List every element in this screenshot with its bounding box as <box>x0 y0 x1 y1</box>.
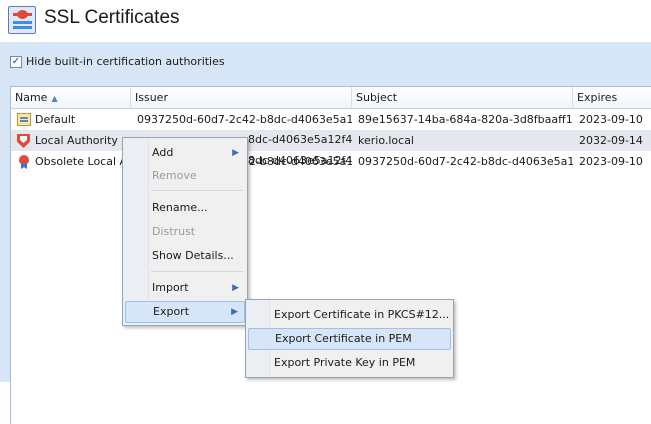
column-header-expires[interactable]: Expires <box>573 87 651 109</box>
chevron-right-icon: ▶ <box>231 307 238 317</box>
cell-issuer: 0937250d-60d7-2c42-b8dc-d4063e5a12f4 <box>137 113 352 126</box>
menu-item-import[interactable]: Import ▶ <box>125 277 245 299</box>
cell-expires: 2023-09-10 <box>579 113 643 126</box>
cell-name: Obsolete Local A... <box>35 155 131 168</box>
shield-icon <box>17 134 30 148</box>
menu-item-rename[interactable]: Rename... <box>125 197 245 219</box>
ssl-certificate-icon <box>8 6 36 34</box>
ribbon-icon <box>17 155 31 169</box>
cell-subject: 89e15637-14ba-684a-820a-3d8fbaaff160 <box>358 113 573 126</box>
table-header: Name ▲ Issuer Subject Expires <box>11 87 651 109</box>
table-row[interactable]: Default 0937250d-60d7-2c42-b8dc-d4063e5a… <box>11 109 651 130</box>
hide-builtin-checkbox[interactable]: ✓ <box>10 55 22 68</box>
certificate-icon <box>17 113 31 126</box>
cell-subject: kerio.local <box>358 134 414 147</box>
hide-builtin-option[interactable]: ✓ Hide built-in certification authoritie… <box>10 55 225 68</box>
column-header-name[interactable]: Name ▲ <box>11 87 131 109</box>
chevron-right-icon: ▶ <box>232 148 239 158</box>
cell-expires: 2032-09-14 <box>579 134 643 147</box>
issuer-fragment: 8dc-d4063e5a12f4 <box>248 154 353 167</box>
cell-name: Local Authority <box>35 134 118 147</box>
page-title: SSL Certificates <box>44 7 180 28</box>
column-header-issuer[interactable]: Issuer <box>131 87 352 109</box>
export-submenu: Export Certificate in PKCS#12... Export … <box>245 299 454 378</box>
menu-item-distrust[interactable]: Distrust <box>125 221 245 243</box>
menu-item-remove[interactable]: Remove <box>125 165 245 187</box>
column-header-subject[interactable]: Subject <box>352 87 573 109</box>
issuer-fragment: 8dc-d4063e5a12f4 <box>248 133 353 146</box>
menu-item-export[interactable]: Export ▶ <box>125 301 245 323</box>
hide-builtin-label: Hide built-in certification authorities <box>26 55 225 68</box>
sort-ascending-icon: ▲ <box>51 94 58 103</box>
cell-name: Default <box>35 113 76 126</box>
menu-item-add[interactable]: Add ▶ <box>125 142 245 164</box>
menu-item-export-pem[interactable]: Export Certificate in PEM <box>248 328 451 350</box>
chevron-right-icon: ▶ <box>232 283 239 293</box>
context-menu: Add ▶ Remove Rename... Distrust Show Deta… <box>122 137 248 326</box>
cell-expires: 2023-09-10 <box>579 155 643 168</box>
menu-item-show-details[interactable]: Show Details... <box>125 245 245 267</box>
menu-item-export-private-key[interactable]: Export Private Key in PEM <box>248 352 451 374</box>
header: SSL Certificates <box>0 0 651 42</box>
cell-subject: 0937250d-60d7-2c42-b8dc-d4063e5a12f4 <box>358 155 573 168</box>
menu-item-export-pkcs12[interactable]: Export Certificate in PKCS#12... <box>248 304 451 326</box>
